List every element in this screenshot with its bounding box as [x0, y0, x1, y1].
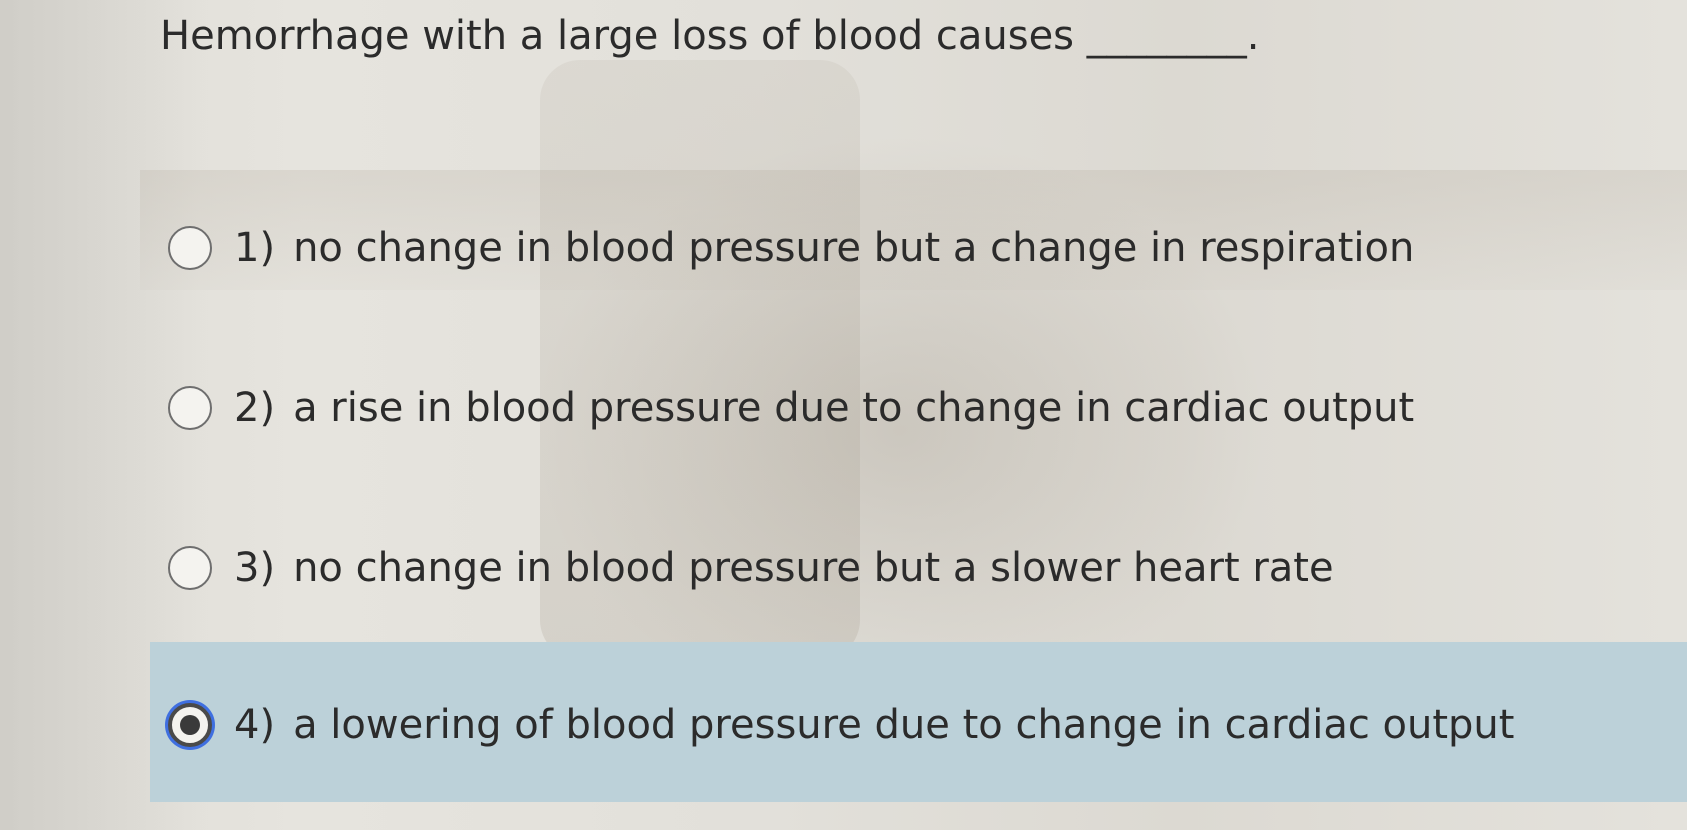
option-number: 1): [234, 225, 276, 271]
answer-option-1[interactable]: 1) no change in blood pressure but a cha…: [168, 218, 1414, 278]
radio-unselected-icon[interactable]: [168, 546, 212, 590]
answer-option-3[interactable]: 3) no change in blood pressure but a slo…: [168, 538, 1334, 598]
radio-dot-icon: [180, 715, 200, 735]
option-label: no change in blood pressure but a slower…: [293, 545, 1334, 591]
radio-unselected-icon[interactable]: [168, 386, 212, 430]
option-number: 3): [234, 545, 276, 591]
option-label: a lowering of blood pressure due to chan…: [293, 702, 1515, 748]
answer-option-2[interactable]: 2) a rise in blood pressure due to chang…: [168, 378, 1414, 438]
radio-selected-icon[interactable]: [168, 703, 212, 747]
option-number: 2): [234, 385, 276, 431]
radio-unselected-icon[interactable]: [168, 226, 212, 270]
answer-option-4[interactable]: 4) a lowering of blood pressure due to c…: [168, 695, 1514, 755]
option-label: a rise in blood pressure due to change i…: [293, 385, 1415, 431]
question-text: Hemorrhage with a large loss of blood ca…: [160, 13, 1260, 59]
option-number: 4): [234, 702, 276, 748]
option-label: no change in blood pressure but a change…: [293, 225, 1415, 271]
